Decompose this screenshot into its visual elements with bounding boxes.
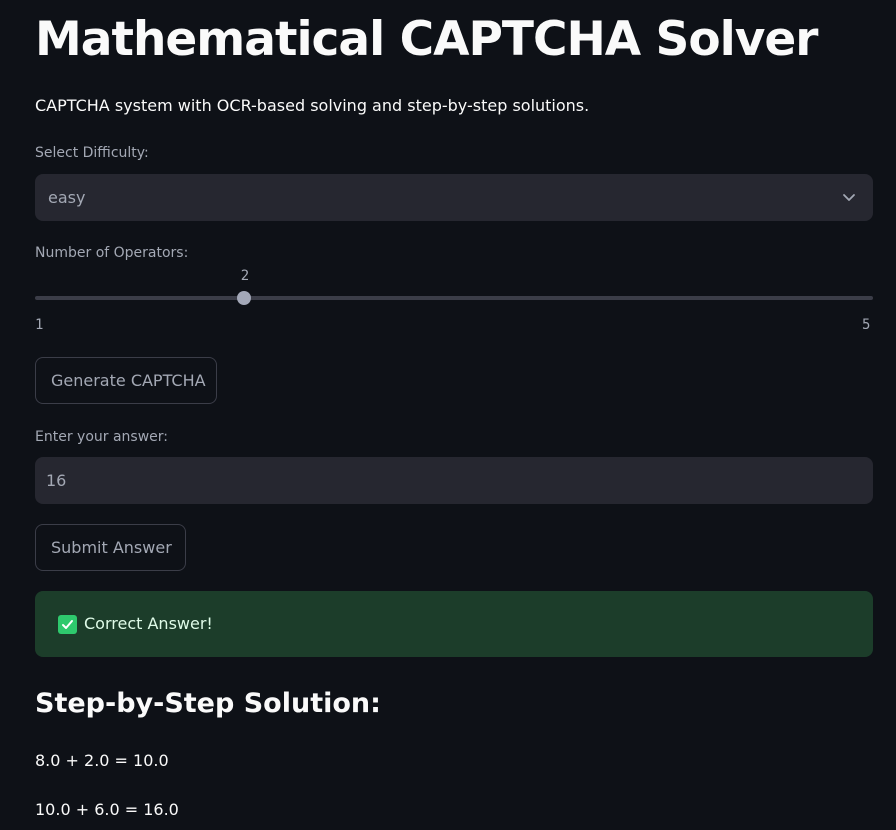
operators-slider-track[interactable] xyxy=(35,296,873,300)
answer-label: Enter your answer: xyxy=(35,429,168,445)
difficulty-select[interactable]: easy xyxy=(35,174,873,221)
operators-slider-value: 2 xyxy=(240,268,250,284)
check-icon xyxy=(58,615,77,634)
answer-input[interactable] xyxy=(35,457,873,504)
chevron-down-icon xyxy=(841,189,857,205)
app-page: Mathematical CAPTCHA Solver CAPTCHA syst… xyxy=(0,0,896,830)
solution-heading: Step-by-Step Solution: xyxy=(35,688,381,719)
solution-step: 8.0 + 2.0 = 10.0 xyxy=(35,751,169,770)
generate-captcha-button[interactable]: Generate CAPTCHA xyxy=(35,357,217,404)
operators-slider-max: 5 xyxy=(862,317,871,333)
page-description: CAPTCHA system with OCR-based solving an… xyxy=(35,96,590,115)
submit-answer-button[interactable]: Submit Answer xyxy=(35,524,186,571)
operators-label: Number of Operators: xyxy=(35,245,189,261)
operators-slider-min: 1 xyxy=(35,317,44,333)
difficulty-selected-value: easy xyxy=(48,188,86,207)
difficulty-label: Select Difficulty: xyxy=(35,145,149,161)
success-alert: Correct Answer! xyxy=(35,591,873,657)
page-title: Mathematical CAPTCHA Solver xyxy=(35,12,818,67)
operators-slider-thumb[interactable] xyxy=(237,291,251,305)
solution-step: 10.0 + 6.0 = 16.0 xyxy=(35,800,179,819)
success-message: Correct Answer! xyxy=(84,614,213,633)
